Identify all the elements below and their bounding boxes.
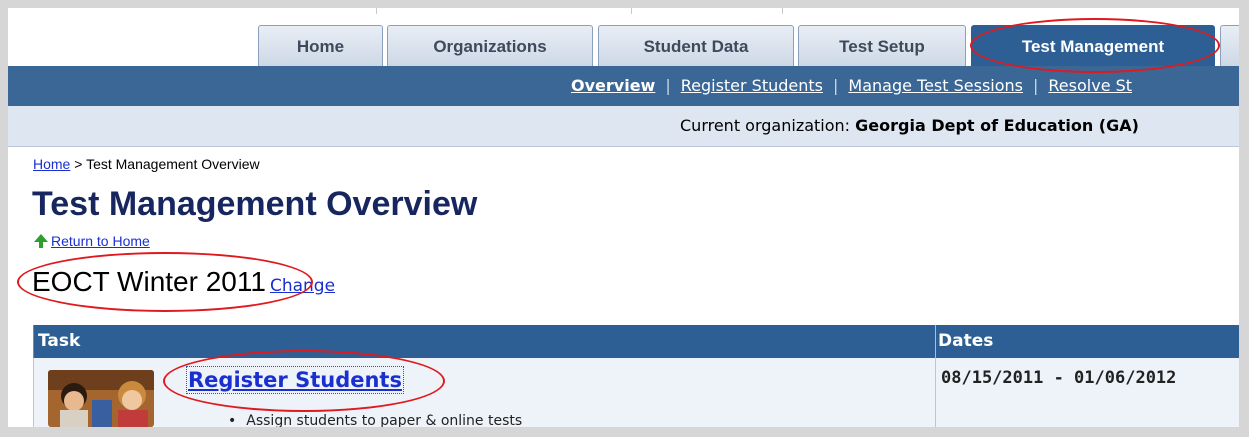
org-name: Georgia Dept of Education (GA) [855, 116, 1139, 135]
subnav-overview[interactable]: Overview [571, 76, 655, 95]
column-header-dates: Dates [938, 331, 994, 351]
administration: EOCT Winter 2011 Change [32, 266, 335, 298]
change-administration-link[interactable]: Change [270, 276, 335, 296]
subnav-manage-test-sessions[interactable]: Manage Test Sessions [848, 76, 1023, 95]
divider [376, 8, 377, 14]
divider [935, 325, 936, 358]
page: Home Organizations Student Data Test Set… [8, 8, 1239, 427]
return-to-home-link[interactable]: Return to Home [51, 233, 150, 249]
subnav-resolve[interactable]: Resolve St [1048, 76, 1132, 95]
separator: | [665, 76, 671, 95]
tab-student-data[interactable]: Student Data [598, 25, 794, 66]
screenshot-frame: Home Organizations Student Data Test Set… [0, 0, 1249, 437]
separator: | [1033, 76, 1039, 95]
table-row: Register Students Assign students to pap… [33, 358, 1239, 427]
table-header: Task Dates [33, 325, 1239, 358]
org-label: Current organization: [680, 116, 851, 135]
tab-test-setup[interactable]: Test Setup [798, 25, 966, 66]
breadcrumb-current: Test Management Overview [86, 156, 260, 172]
main-tab-bar: Home Organizations Student Data Test Set… [8, 8, 1239, 66]
tab-home[interactable]: Home [258, 25, 383, 66]
separator: | [833, 76, 839, 95]
students-photo [48, 370, 154, 427]
task-description: Assign students to paper & online tests [228, 413, 522, 427]
divider [631, 8, 632, 14]
tab-test-management[interactable]: Test Management [971, 25, 1215, 66]
up-arrow-icon [34, 234, 48, 248]
subnav-register-students[interactable]: Register Students [681, 76, 823, 95]
task-table: Task Dates Register Students Assig [33, 325, 1239, 427]
task-dates: 08/15/2011 - 01/06/2012 [941, 368, 1177, 388]
divider [935, 358, 936, 427]
column-header-task: Task [38, 331, 81, 351]
page-title: Test Management Overview [32, 185, 478, 223]
tab-more[interactable] [1220, 25, 1239, 66]
tab-organizations[interactable]: Organizations [387, 25, 593, 66]
breadcrumb-home-link[interactable]: Home [33, 156, 70, 172]
divider [782, 8, 783, 14]
register-students-task-link[interactable]: Register Students [186, 366, 404, 394]
administration-name: EOCT Winter 2011 [32, 266, 266, 297]
sub-navigation: Overview | Register Students | Manage Test S… [8, 66, 1239, 106]
return-to-home: Return to Home [33, 233, 150, 249]
organization-bar: Current organization: Georgia Dept of Ed… [8, 106, 1239, 147]
breadcrumb: Home > Test Management Overview [33, 156, 260, 172]
breadcrumb-separator: > [74, 156, 83, 172]
